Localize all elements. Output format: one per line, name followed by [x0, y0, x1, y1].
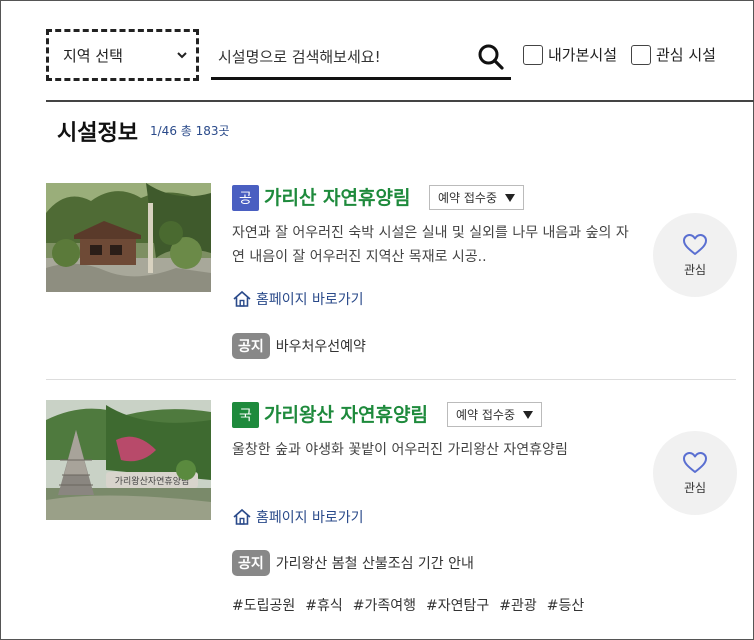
facility-name[interactable]: 가리산 자연휴양림	[264, 183, 410, 210]
reservation-status-dropdown[interactable]: 예약 접수중	[429, 185, 525, 210]
tag-list: #도립공원 #휴식 #가족여행 #자연탐구 #관광 #등산	[232, 595, 584, 615]
notice-badge: 공지	[232, 550, 270, 576]
my-visited-filter[interactable]: 내가본시설	[523, 44, 617, 65]
homepage-link-label: 홈페이지 바로가기	[256, 510, 364, 526]
facility-description: 자연과 잘 어우러진 숙박 시설은 실내 및 실외를 나무 내음과 숲의 자연 …	[232, 225, 629, 265]
favorites-filter[interactable]: 관심 시설	[631, 44, 716, 65]
reservation-status-dropdown[interactable]: 예약 접수중	[447, 402, 543, 427]
chevron-down-icon	[177, 52, 187, 59]
home-icon	[233, 508, 251, 525]
my-visited-checkbox[interactable]	[523, 44, 543, 65]
facility-photo[interactable]	[46, 183, 211, 292]
favorite-button[interactable]: 관심	[653, 431, 737, 515]
notice-text: 바우처우선예약	[275, 339, 366, 355]
tag[interactable]: #관광	[499, 595, 537, 615]
facility-name[interactable]: 가리왕산 자연휴양림	[264, 400, 428, 427]
tag[interactable]: #자연탐구	[426, 595, 489, 615]
reservation-status-label: 예약 접수중	[438, 191, 498, 205]
caret-down-icon	[505, 193, 516, 202]
notice-link[interactable]: 공지 바우처우선예약	[232, 333, 366, 359]
header-divider	[46, 100, 754, 102]
favorite-label: 관심	[683, 480, 707, 495]
favorite-button[interactable]: 관심	[653, 213, 737, 297]
facility-photo[interactable]: 가리왕산자연휴양림	[46, 400, 211, 520]
favorites-checkbox[interactable]	[631, 44, 651, 65]
favorites-label: 관심 시설	[656, 46, 716, 64]
homepage-link-label: 홈페이지 바로가기	[256, 292, 364, 308]
heart-icon	[683, 451, 707, 473]
tag[interactable]: #가족여행	[353, 595, 416, 615]
region-select-label: 지역 선택	[63, 46, 123, 65]
facility-description: 울창한 숲과 야생화 꽃밭이 어우러진 가리왕산 자연휴양림	[232, 442, 568, 458]
photo-sign-text: 가리왕산자연휴양림	[115, 475, 190, 487]
notice-text: 가리왕산 봄철 산불조심 기간 안내	[275, 556, 474, 572]
facility-type-badge: 공	[232, 185, 259, 211]
tag[interactable]: #등산	[547, 595, 585, 615]
facility-type-badge: 국	[232, 402, 259, 428]
favorite-label: 관심	[683, 262, 707, 277]
home-icon	[233, 290, 251, 307]
caret-down-icon	[523, 410, 534, 419]
homepage-link[interactable]: 홈페이지 바로가기	[232, 507, 364, 527]
facility-card: 공 가리산 자연휴양림 예약 접수중 자연과 잘 어우러진 숙박 시설은 실내 …	[46, 183, 737, 380]
region-select[interactable]: 지역 선택	[46, 29, 199, 81]
search-bar	[211, 36, 511, 80]
search-input[interactable]	[211, 47, 471, 66]
notice-link[interactable]: 공지 가리왕산 봄철 산불조심 기간 안내	[232, 550, 474, 576]
tag[interactable]: #도립공원	[232, 595, 295, 615]
my-visited-label: 내가본시설	[548, 46, 618, 64]
search-icon	[478, 44, 504, 70]
notice-badge: 공지	[232, 333, 270, 359]
search-button[interactable]	[471, 37, 511, 77]
facility-card: 가리왕산자연휴양림 국 가리왕산 자연휴양림 예약 접수중 울창한 숲과 야생화…	[46, 400, 737, 630]
page-title: 시설정보	[57, 121, 138, 146]
heart-icon	[683, 233, 707, 255]
reservation-status-label: 예약 접수중	[456, 408, 516, 422]
homepage-link[interactable]: 홈페이지 바로가기	[232, 289, 364, 309]
tag[interactable]: #휴식	[305, 595, 343, 615]
result-count: 1/46 총 183곳	[150, 124, 230, 138]
